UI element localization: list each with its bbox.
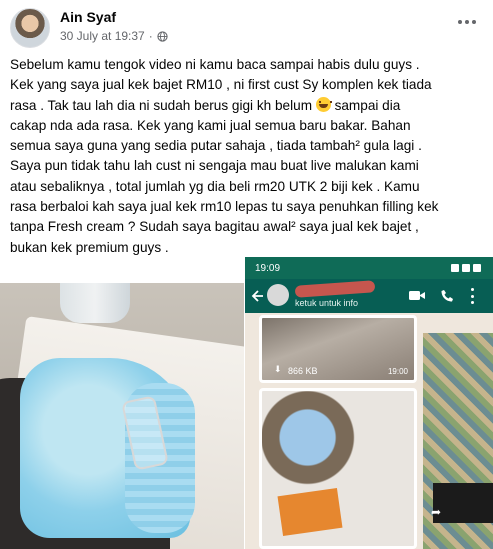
- chat-subtitle: ketuk untuk info: [295, 298, 359, 308]
- post-line: Kek yang saya jual kek bajet RM10 , ni f…: [10, 77, 432, 93]
- chat-screenshot-photo[interactable]: 19:09 ketuk untuk info ⬇ 866 KB 19:00 ➦: [245, 257, 493, 549]
- file-size: 866 KB: [288, 366, 318, 376]
- post-line: Sebelum kamu tengok video ni kamu baca s…: [10, 57, 420, 72]
- vertical-dots-icon[interactable]: [471, 288, 475, 304]
- chat-app-bar: ketuk untuk info: [245, 279, 493, 313]
- author-name[interactable]: Ain Syaf: [60, 9, 116, 25]
- dark-object: [433, 483, 493, 523]
- chat-avatar[interactable]: [267, 284, 289, 306]
- globe-icon[interactable]: [157, 30, 168, 42]
- post-meta: 30 July at 19:37 ·: [60, 29, 168, 43]
- post-text: Sebelum kamu tengok video ni kamu baca s…: [10, 55, 486, 258]
- video-message[interactable]: ⬇ 866 KB 19:00: [259, 315, 417, 383]
- post-line-part: sampai dia: [330, 97, 401, 113]
- cake-photo[interactable]: [0, 283, 244, 549]
- message-time: 19:00: [387, 367, 408, 376]
- post-line-with-emoji: rasa . Tak tau lah dia ni sudah berus gi…: [10, 96, 486, 116]
- post-line: atau sebaliknya , total jumlah yg dia be…: [10, 178, 420, 194]
- phone-status-bar: 19:09: [245, 257, 493, 279]
- post-line: Saya pun tidak tahu lah cust ni sengaja …: [10, 158, 419, 174]
- bag-logo: [277, 488, 343, 536]
- video-call-icon[interactable]: [409, 290, 425, 301]
- status-time: 19:09: [255, 263, 281, 274]
- cake-bag-image[interactable]: [259, 388, 417, 549]
- back-arrow-icon[interactable]: [251, 289, 265, 303]
- avatar[interactable]: [10, 8, 50, 48]
- post-line: tanpa Fresh cream ? Sudah saya bagitau a…: [10, 219, 419, 235]
- post-date[interactable]: 30 July at 19:37: [60, 29, 145, 43]
- post-line: bukan kek premium guys .: [10, 239, 169, 255]
- signal-icons: [451, 264, 485, 272]
- post-line: cakap nda ada rasa. Kek yang kami jual s…: [10, 117, 411, 133]
- meta-separator: ·: [148, 29, 153, 43]
- water-bottle: [60, 283, 130, 323]
- post-line: rasa berbaloi kah saya jual kek rm10 lep…: [10, 199, 439, 215]
- download-icon[interactable]: ⬇: [274, 364, 282, 375]
- post-line: semua saya guna yang sedia putar sahaja …: [10, 138, 422, 154]
- grinning-face-icon: [315, 96, 332, 112]
- share-icon[interactable]: ➦: [431, 505, 445, 519]
- post-line-part: rasa . Tak tau lah dia ni sudah berus gi…: [10, 97, 316, 113]
- post-header: Ain Syaf 30 July at 19:37 ·: [0, 0, 493, 52]
- phone-call-icon[interactable]: [441, 289, 454, 302]
- redacted-contact-name: [294, 280, 376, 298]
- more-options-icon[interactable]: [455, 14, 479, 30]
